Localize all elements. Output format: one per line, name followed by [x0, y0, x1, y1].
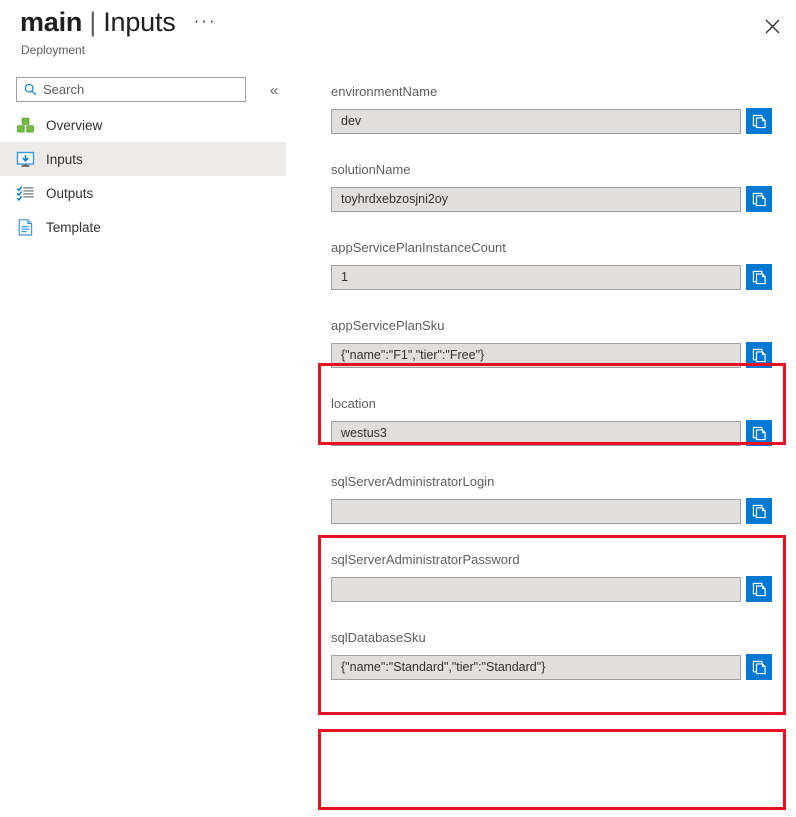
inputs-field-list: environmentName solutionName appServicePla…	[300, 66, 796, 690]
outputs-checklist-icon	[15, 183, 35, 203]
input-field-value[interactable]	[331, 499, 741, 524]
search-box[interactable]	[16, 77, 246, 102]
copy-icon	[752, 582, 767, 597]
copy-to-clipboard-button[interactable]	[746, 654, 772, 680]
input-field-group: sqlServerAdministratorPassword	[300, 534, 796, 612]
copy-icon	[752, 270, 767, 285]
input-field-value[interactable]	[331, 109, 741, 134]
copy-to-clipboard-button[interactable]	[746, 498, 772, 524]
input-field-label: environmentName	[331, 66, 786, 108]
page-title-main: main	[20, 7, 82, 38]
inputs-monitor-download-icon	[15, 149, 35, 169]
input-field-value[interactable]	[331, 187, 741, 212]
input-field-row	[331, 108, 786, 144]
page-subtitle: Deployment	[21, 43, 85, 57]
sidebar-nav-list: Overview Inputs	[0, 108, 300, 244]
sidebar-item-label: Outputs	[46, 186, 93, 201]
collapse-sidebar-button[interactable]: «	[263, 79, 285, 101]
copy-icon	[752, 426, 767, 441]
copy-to-clipboard-button[interactable]	[746, 420, 772, 446]
input-field-group: solutionName	[300, 144, 796, 222]
input-field-row	[331, 342, 786, 378]
copy-icon	[752, 504, 767, 519]
input-field-row	[331, 420, 786, 456]
sidebar-item-label: Inputs	[46, 152, 83, 167]
input-field-value[interactable]	[331, 655, 741, 680]
sidebar-item-label: Overview	[46, 118, 102, 133]
input-field-value[interactable]	[331, 265, 741, 290]
input-field-label: appServicePlanSku	[331, 300, 786, 342]
input-field-group: sqlServerAdministratorLogin	[300, 456, 796, 534]
copy-to-clipboard-button[interactable]	[746, 576, 772, 602]
page-title: main | Inputs ···	[20, 7, 217, 38]
input-field-row	[331, 576, 786, 612]
search-row: «	[16, 77, 284, 104]
close-button[interactable]	[756, 10, 788, 42]
page-title-separator: |	[89, 7, 96, 38]
template-document-icon	[15, 217, 35, 237]
input-field-group: appServicePlanSku	[300, 300, 796, 378]
sidebar-item-template[interactable]: Template	[0, 210, 286, 244]
input-field-group: location	[300, 378, 796, 456]
input-field-value[interactable]	[331, 421, 741, 446]
copy-to-clipboard-button[interactable]	[746, 264, 772, 290]
input-field-group: environmentName	[300, 66, 796, 144]
page-header: main | Inputs ··· Deployment	[0, 0, 796, 66]
input-field-group: sqlDatabaseSku	[300, 612, 796, 690]
input-field-value[interactable]	[331, 343, 741, 368]
input-field-label: appServicePlanInstanceCount	[331, 222, 786, 264]
input-field-row	[331, 498, 786, 534]
sidebar-item-overview[interactable]: Overview	[0, 108, 286, 142]
overview-cubes-icon	[15, 115, 35, 135]
copy-to-clipboard-button[interactable]	[746, 108, 772, 134]
input-field-group: appServicePlanInstanceCount	[300, 222, 796, 300]
input-field-label: sqlDatabaseSku	[331, 612, 786, 654]
sidebar-item-inputs[interactable]: Inputs	[0, 142, 286, 176]
sidebar: « Overview	[0, 66, 300, 817]
more-options-icon[interactable]: ···	[194, 12, 217, 29]
copy-icon	[752, 192, 767, 207]
input-field-value[interactable]	[331, 577, 741, 602]
copy-icon	[752, 348, 767, 363]
copy-icon	[752, 660, 767, 675]
input-field-row	[331, 186, 786, 222]
page-title-sub: Inputs	[103, 7, 175, 38]
copy-to-clipboard-button[interactable]	[746, 342, 772, 368]
input-field-label: sqlServerAdministratorLogin	[331, 456, 786, 498]
close-icon	[765, 19, 780, 34]
search-input[interactable]	[43, 82, 223, 97]
input-field-row	[331, 654, 786, 690]
sidebar-item-label: Template	[46, 220, 101, 235]
copy-to-clipboard-button[interactable]	[746, 186, 772, 212]
copy-icon	[752, 114, 767, 129]
input-field-label: solutionName	[331, 144, 786, 186]
input-field-row	[331, 264, 786, 300]
search-icon	[24, 83, 37, 96]
sidebar-item-outputs[interactable]: Outputs	[0, 176, 286, 210]
input-field-label: sqlServerAdministratorPassword	[331, 534, 786, 576]
main-content: environmentName solutionName appServicePla…	[300, 66, 796, 817]
input-field-label: location	[331, 378, 786, 420]
chevron-double-left-icon: «	[270, 82, 278, 99]
